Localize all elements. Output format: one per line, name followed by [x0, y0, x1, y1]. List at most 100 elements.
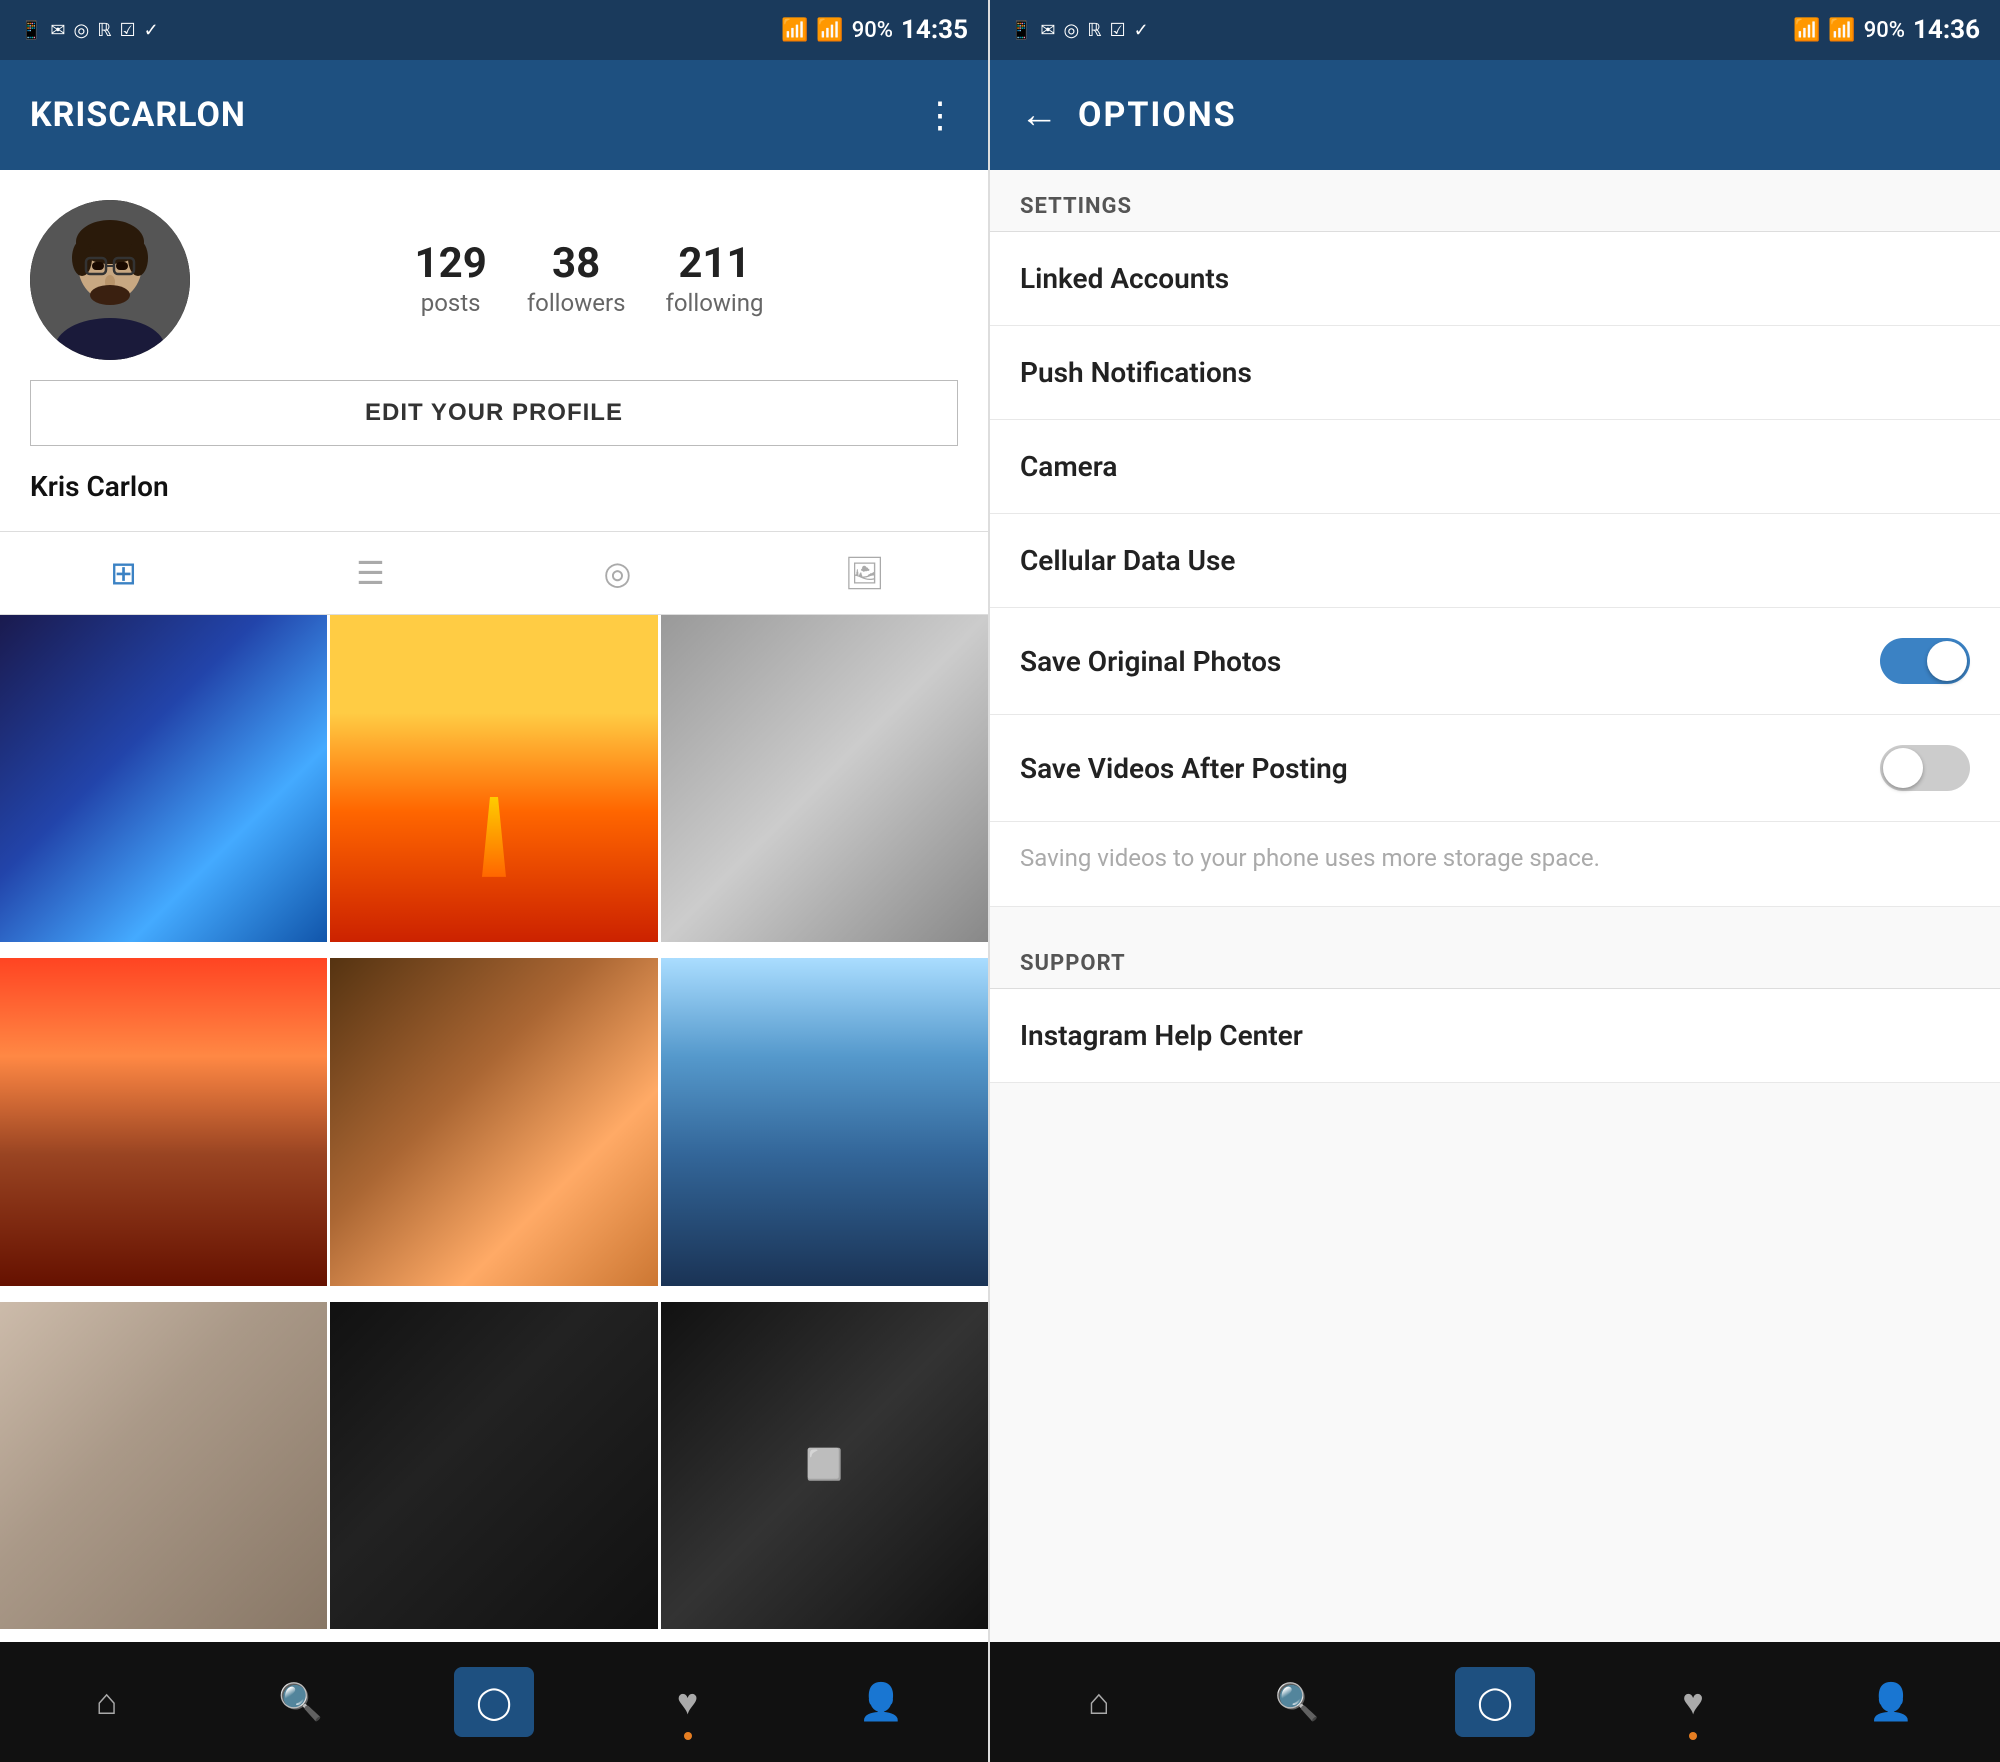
posts-stat: 129 posts — [415, 243, 487, 317]
heart-icon: ♥ — [677, 1681, 698, 1723]
activity-dot-r — [1689, 1732, 1697, 1740]
rdio-icon: ℝ — [97, 20, 111, 41]
right-panel: 📱 ✉ ◎ ℝ ☑ ✓ 📶 📶 90% 14:36 ← OPTIONS SETT… — [990, 0, 2000, 1762]
status-icons-right: 📱 ✉ ◎ ℝ ☑ ✓ — [1010, 20, 1149, 41]
task-icon-r: ☑ — [1110, 20, 1126, 41]
tab-location[interactable]: ◎ — [494, 532, 741, 614]
save-original-toggle[interactable] — [1880, 638, 1970, 684]
save-videos-toggle-knob — [1883, 748, 1923, 788]
mail-icon: ✉ — [50, 20, 65, 41]
grid-icon: ⊞ — [110, 554, 137, 592]
bottom-nav-left: ⌂ 🔍 ◯ ♥ 👤 — [0, 1642, 988, 1762]
avatar-image — [30, 200, 190, 360]
view-tabs: ⊞ ☰ ◎ 🖼 — [0, 531, 988, 615]
options-header: ← OPTIONS — [990, 60, 2000, 170]
nav-home[interactable]: ⌂ — [67, 1662, 147, 1742]
grid-photo-9[interactable]: ⬜ — [661, 1302, 988, 1629]
linked-accounts-label: Linked Accounts — [1020, 262, 1229, 295]
battery-left: 90% — [852, 18, 893, 43]
tab-list[interactable]: ☰ — [247, 532, 494, 614]
nav-activity-r[interactable]: ♥ — [1653, 1662, 1733, 1742]
following-label: following — [665, 289, 763, 317]
list-icon: ☰ — [356, 554, 385, 592]
back-button[interactable]: ← — [1020, 93, 1058, 137]
save-videos-label: Save Videos After Posting — [1020, 752, 1348, 785]
video-camera-icon: ⬜ — [806, 1448, 843, 1483]
status-icons-left: 📱 ✉ ◎ ℝ ☑ ✓ — [20, 20, 159, 41]
nav-activity[interactable]: ♥ — [648, 1662, 728, 1742]
nav-search-r[interactable]: 🔍 — [1257, 1662, 1337, 1742]
search-icon: 🔍 — [278, 1681, 323, 1723]
signal-icon: 📶 — [816, 18, 843, 43]
camera-item[interactable]: Camera — [990, 420, 2000, 514]
heart-icon-r: ♥ — [1682, 1681, 1703, 1723]
grid-photo-3[interactable] — [661, 615, 988, 942]
nav-profile-r[interactable]: 👤 — [1851, 1662, 1931, 1742]
nav-home-r[interactable]: ⌂ — [1059, 1662, 1139, 1742]
profile-username: KRISCARLON — [30, 95, 246, 135]
profile-name: Kris Carlon — [30, 462, 958, 511]
menu-button[interactable]: ⋮ — [922, 94, 958, 136]
grid-photo-8[interactable] — [330, 1302, 657, 1629]
grid-photo-5[interactable] — [330, 958, 657, 1285]
wifi-icon-r: 📶 — [1793, 18, 1820, 43]
status-info-right: 📶 📶 90% 14:36 — [1793, 15, 1980, 45]
push-notifications-item[interactable]: Push Notifications — [990, 326, 2000, 420]
grid-photo-4[interactable] — [0, 958, 327, 1285]
save-videos-toggle[interactable] — [1880, 745, 1970, 791]
profile-section: 129 posts 38 followers 211 following EDI… — [0, 170, 988, 531]
help-center-label: Instagram Help Center — [1020, 1019, 1303, 1052]
status-info-left: 📶 📶 90% 14:35 — [781, 15, 968, 45]
grid-photo-7[interactable] — [0, 1302, 327, 1629]
nav-camera[interactable]: ◯ — [454, 1667, 534, 1737]
rdio-icon-r: ℝ — [1087, 20, 1101, 41]
help-center-item[interactable]: Instagram Help Center — [990, 989, 2000, 1083]
profile-header: KRISCARLON ⋮ — [0, 60, 988, 170]
linked-accounts-item[interactable]: Linked Accounts — [990, 232, 2000, 326]
profile-top: 129 posts 38 followers 211 following — [30, 200, 958, 360]
signal-icon-r: 📶 — [1828, 18, 1855, 43]
nav-search[interactable]: 🔍 — [260, 1662, 340, 1742]
bottom-nav-right: ⌂ 🔍 ◯ ♥ 👤 — [990, 1642, 2000, 1762]
time-left: 14:35 — [901, 15, 968, 45]
task-icon: ☑ — [120, 20, 136, 41]
nav-camera-r[interactable]: ◯ — [1455, 1667, 1535, 1737]
screen-icon: 📱 — [20, 20, 42, 41]
stats-row: 129 posts 38 followers 211 following — [220, 243, 958, 317]
camera-icon-r: ◯ — [1477, 1683, 1513, 1721]
grid-photo-6[interactable] — [661, 958, 988, 1285]
screen-icon-r: 📱 — [1010, 20, 1032, 41]
activity-dot — [684, 1732, 692, 1740]
posts-label: posts — [421, 289, 481, 317]
followers-stat: 38 followers — [527, 243, 626, 317]
save-videos-item[interactable]: Save Videos After Posting — [990, 715, 2000, 822]
check-icon-r: ✓ — [1134, 20, 1149, 41]
wifi-icon: 📶 — [781, 18, 808, 43]
photo-grid: ⬜ — [0, 615, 988, 1642]
shazam-icon: ◎ — [74, 20, 90, 41]
nav-profile[interactable]: 👤 — [841, 1662, 921, 1742]
support-section-header: SUPPORT — [990, 927, 2000, 988]
save-videos-note: Saving videos to your phone uses more st… — [990, 822, 2000, 907]
grid-photo-1[interactable] — [0, 615, 327, 942]
tab-tagged[interactable]: 🖼 — [741, 532, 988, 614]
following-stat: 211 following — [665, 243, 763, 317]
cellular-data-item[interactable]: Cellular Data Use — [990, 514, 2000, 608]
save-original-photos-item[interactable]: Save Original Photos — [990, 608, 2000, 715]
tab-grid[interactable]: ⊞ — [0, 532, 247, 614]
home-icon-r: ⌂ — [1088, 1681, 1110, 1723]
edit-profile-button[interactable]: EDIT YOUR PROFILE — [30, 380, 958, 446]
support-section: SUPPORT Instagram Help Center — [990, 927, 2000, 1083]
posts-count: 129 — [415, 243, 487, 285]
grid-photo-2[interactable] — [330, 615, 657, 942]
cellular-data-label: Cellular Data Use — [1020, 544, 1235, 577]
following-count: 211 — [678, 243, 750, 285]
followers-label: followers — [527, 289, 626, 317]
avatar — [30, 200, 190, 360]
camera-label: Camera — [1020, 450, 1117, 483]
push-notifications-label: Push Notifications — [1020, 356, 1252, 389]
left-panel: 📱 ✉ ◎ ℝ ☑ ✓ 📶 📶 90% 14:35 KRISCARLON ⋮ — [0, 0, 990, 1762]
tagged-icon: 🖼 — [844, 554, 885, 592]
battery-right: 90% — [1864, 18, 1905, 43]
save-original-photos-label: Save Original Photos — [1020, 645, 1281, 678]
